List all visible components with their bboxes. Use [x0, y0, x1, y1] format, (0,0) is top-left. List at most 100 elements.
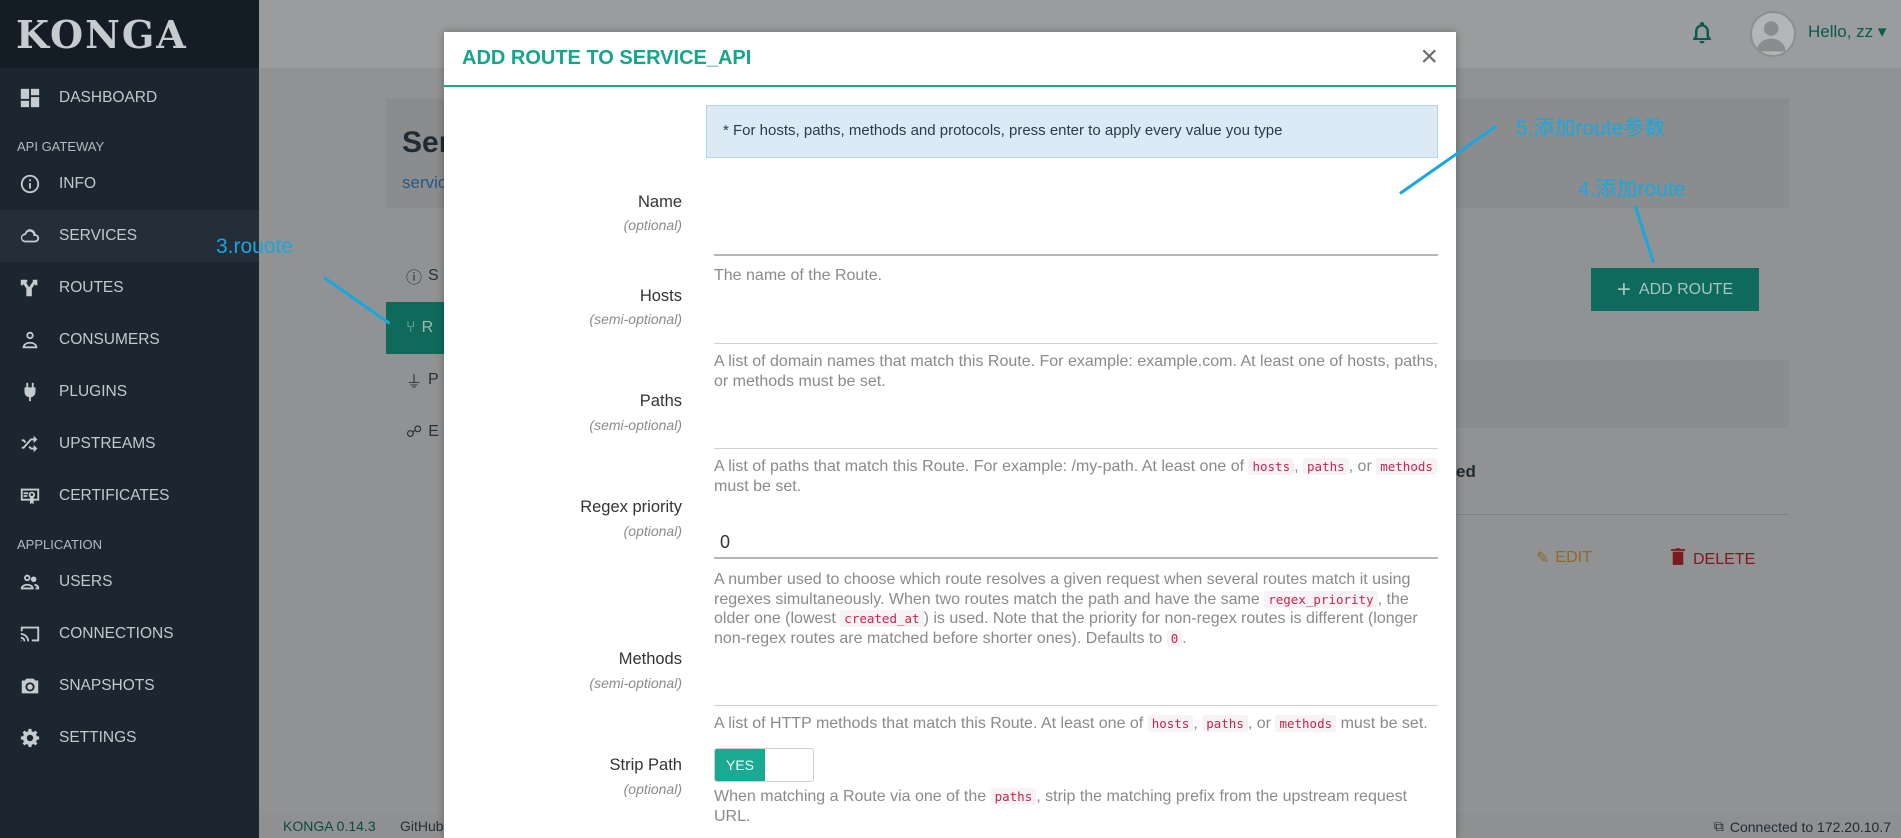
- name-label: Name: [637, 193, 682, 211]
- strip-path-label: Strip Path: [609, 756, 682, 774]
- pencil-icon: ✎: [1536, 550, 1550, 567]
- hosts-label: Hosts: [639, 287, 682, 305]
- paths-optional: (semi-optional): [589, 417, 682, 433]
- strip-path-toggle[interactable]: YES: [714, 748, 814, 782]
- subnav-label: P: [428, 371, 439, 388]
- annotation-5: 5.添加route参数: [1516, 117, 1666, 140]
- connections-icon: [17, 621, 43, 647]
- sidebar-item-consumers[interactable]: CONSUMERS: [0, 314, 259, 366]
- info-alert: * For hosts, paths, methods and protocol…: [706, 105, 1438, 158]
- hosts-input[interactable]: [714, 312, 1438, 344]
- chevron-down-icon: ▾: [1877, 22, 1887, 41]
- user-greeting: Hello, zz: [1808, 22, 1874, 41]
- sidebar-item-label: PLUGINS: [59, 383, 128, 400]
- delete-button[interactable]: DELETE: [1671, 548, 1755, 571]
- code-created-at: created_at: [840, 610, 924, 627]
- github-link[interactable]: GitHub: [400, 818, 444, 834]
- sidebar-item-label: USERS: [59, 573, 113, 590]
- sidebar-item-label: CONNECTIONS: [59, 625, 174, 642]
- hosts-optional: (semi-optional): [589, 311, 682, 327]
- plus-icon: +: [1616, 275, 1631, 303]
- divider: [1456, 514, 1789, 515]
- sidebar-item-label: SERVICES: [59, 227, 138, 244]
- column-header-fragment: ed: [1456, 462, 1476, 481]
- info-icon: [17, 171, 43, 197]
- help-text: ,: [1294, 458, 1304, 475]
- edit-label: EDIT: [1555, 549, 1592, 566]
- sidebar-item-info[interactable]: INFO: [0, 158, 259, 210]
- help-text: must be set.: [714, 477, 802, 495]
- routes-icon: [17, 275, 43, 301]
- subnav-label: S: [428, 267, 439, 284]
- routes-icon: ⑂: [406, 319, 416, 336]
- name-input[interactable]: [714, 224, 1438, 256]
- help-text: , or: [1247, 715, 1276, 732]
- code-paths: paths: [990, 788, 1037, 805]
- help-text: A list of paths that match this Route. F…: [714, 458, 1249, 475]
- methods-optional: (semi-optional): [589, 675, 682, 691]
- modal-header: ADD ROUTE TO SERVICE_API ×: [444, 32, 1456, 87]
- code-hosts: hosts: [1248, 458, 1295, 475]
- sidebar-item-connections[interactable]: CONNECTIONS: [0, 608, 259, 660]
- subnav-label: R: [421, 319, 434, 336]
- konga-logo[interactable]: KONGA: [0, 0, 259, 68]
- sidebar-item-label: ROUTES: [59, 279, 124, 296]
- help-text: A list of HTTP methods that match this R…: [714, 715, 1148, 732]
- annotation-4: 4.添加route: [1578, 178, 1686, 201]
- paths-input[interactable]: [714, 417, 1438, 449]
- sidebar-item-label: UPSTREAMS: [59, 435, 156, 452]
- connections-icon: ⧉: [1713, 818, 1724, 834]
- code-methods: methods: [1275, 715, 1337, 732]
- sidebar-item-settings[interactable]: SETTINGS: [0, 712, 259, 764]
- sidebar-item-label: SETTINGS: [59, 729, 137, 746]
- camera-icon: [17, 673, 43, 699]
- regex-priority-input[interactable]: [714, 527, 1438, 559]
- sidebar-item-users[interactable]: USERS: [0, 556, 259, 608]
- close-icon[interactable]: ×: [1420, 42, 1438, 72]
- edit-button[interactable]: ✎ EDIT: [1536, 548, 1592, 568]
- paths-help: A list of paths that match this Route. F…: [714, 457, 1438, 496]
- name-help: The name of the Route.: [714, 267, 883, 284]
- sidebar-item-certificates[interactable]: CERTIFICATES: [0, 470, 259, 522]
- help-text: When matching a Route via one of the: [714, 788, 991, 805]
- sidebar-item-plugins[interactable]: PLUGINS: [0, 366, 259, 418]
- bell-icon[interactable]: [1690, 20, 1714, 46]
- help-text: .: [1182, 629, 1187, 647]
- modal-title: ADD ROUTE TO SERVICE_API: [462, 47, 752, 69]
- regex-priority-label: Regex priority: [580, 498, 682, 516]
- add-route-button[interactable]: + ADD ROUTE: [1591, 268, 1759, 311]
- gear-icon: [17, 725, 43, 751]
- sidebar-item-routes[interactable]: ROUTES: [0, 262, 259, 314]
- cloud-icon: [17, 223, 43, 249]
- user-icon: [17, 327, 43, 353]
- code-regex-priority: regex_priority: [1264, 590, 1378, 608]
- subnav-label: E: [428, 423, 439, 440]
- user-menu[interactable]: Hello, zz ▾: [1808, 22, 1886, 42]
- sidebar-item-label: SNAPSHOTS: [59, 677, 155, 694]
- sidebar-item-dashboard[interactable]: DASHBOARD: [0, 72, 259, 124]
- sidebar-item-label: DASHBOARD: [59, 89, 158, 106]
- connection-status: ⧉ Connected to 172.20.10.7: [1714, 818, 1891, 835]
- code-zero: 0: [1166, 629, 1183, 647]
- delete-label: DELETE: [1693, 550, 1756, 568]
- avatar[interactable]: [1750, 11, 1796, 57]
- methods-input[interactable]: [714, 674, 1438, 706]
- name-optional: (optional): [623, 217, 682, 233]
- sidebar-item-snapshots[interactable]: SNAPSHOTS: [0, 660, 259, 712]
- sidebar-item-label: INFO: [59, 175, 97, 192]
- plug-icon: ⏚: [406, 374, 423, 391]
- breadcrumb-link[interactable]: servic: [402, 173, 446, 193]
- code-paths: paths: [1202, 715, 1248, 732]
- toggle-yes: YES: [715, 749, 765, 781]
- sidebar-item-upstreams[interactable]: UPSTREAMS: [0, 418, 259, 470]
- certificate-icon: [17, 483, 43, 509]
- strip-path-optional: (optional): [623, 781, 682, 797]
- help-text: ,: [1193, 715, 1203, 732]
- sidebar-item-label: CONSUMERS: [59, 331, 160, 348]
- annotation-3: 3.rouote: [216, 235, 294, 258]
- connection-text: Connected to 172.20.10.7: [1729, 818, 1891, 835]
- regex-priority-optional: (optional): [623, 523, 682, 539]
- sidebar-section-application: APPLICATION: [17, 537, 103, 552]
- trash-icon: [1671, 548, 1685, 571]
- strip-path-help: When matching a Route via one of the pat…: [714, 787, 1438, 826]
